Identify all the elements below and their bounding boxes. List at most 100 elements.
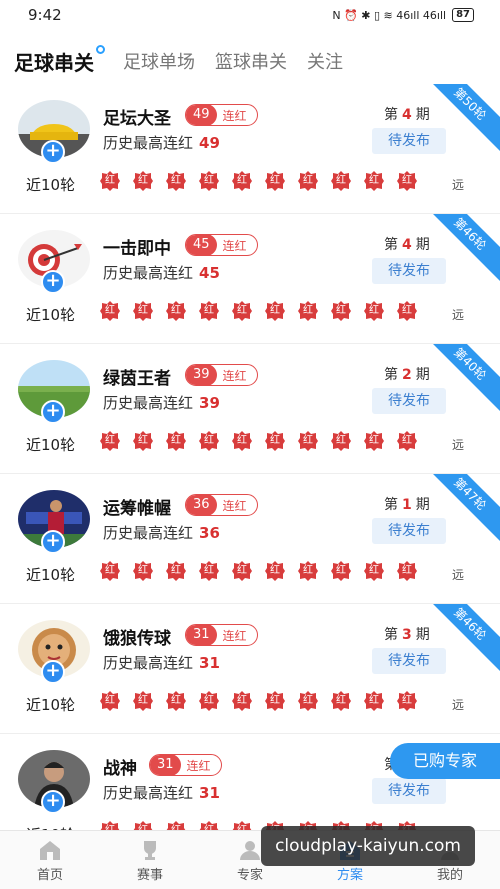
result-text: 红 — [336, 305, 346, 316]
history-label: 历史最高连红 — [103, 134, 194, 152]
recent-rounds-label: 近10轮 — [26, 306, 76, 324]
result-badge-icon: 红 — [132, 560, 154, 582]
result-badge-icon: 红 — [330, 690, 352, 712]
pending-publish-button[interactable]: 待发布 — [372, 128, 446, 154]
result-badge-icon: 红 — [396, 170, 418, 192]
recent-results: 红红红红红红红红红红 — [99, 300, 418, 322]
top-tabs: 足球串关 足球单场 篮球串关 关注 — [0, 38, 500, 84]
nav-matches[interactable]: 赛事 — [100, 831, 200, 889]
status-bar: 9:42 N ⏰ ✱ ▯ ≋ 46ıll 46ıll 87 — [0, 0, 500, 30]
result-text: 红 — [336, 435, 346, 446]
period: 第2期 — [384, 364, 430, 384]
result-badge-icon: 红 — [198, 430, 220, 452]
follow-plus-icon[interactable]: + — [41, 790, 65, 814]
tab-football-single[interactable]: 足球单场 — [123, 48, 195, 74]
history-value: 45 — [199, 264, 220, 282]
result-badge-icon: 红 — [231, 690, 253, 712]
result-badge-icon: 红 — [396, 430, 418, 452]
expert-name[interactable]: 饿狼传球 — [103, 624, 171, 649]
history-value: 49 — [199, 134, 220, 152]
follow-plus-icon[interactable]: + — [41, 270, 65, 294]
streak-label: 连红 — [222, 628, 247, 643]
result-text: 红 — [105, 695, 115, 706]
history-label: 历史最高连红 — [103, 784, 194, 802]
tab-football-parlay[interactable]: 足球串关 — [14, 47, 94, 76]
tab-basketball-parlay[interactable]: 篮球串关 — [215, 48, 287, 74]
expert-name[interactable]: 绿茵王者 — [103, 364, 171, 389]
follow-plus-icon[interactable]: + — [41, 400, 65, 424]
history-value: 31 — [199, 654, 220, 672]
result-text: 红 — [237, 305, 247, 316]
follow-plus-icon[interactable]: + — [41, 530, 65, 554]
result-badge-icon: 红 — [165, 690, 187, 712]
nav-matches-label: 赛事 — [136, 868, 163, 883]
period-prefix: 第 — [384, 627, 398, 643]
expert-name[interactable]: 足坛大圣 — [103, 104, 171, 129]
recent-results: 红红红红红红红红红红 — [99, 430, 418, 452]
older-label[interactable]: 远 — [452, 696, 464, 713]
streak-label: 连红 — [222, 498, 247, 513]
result-badge-icon: 红 — [330, 300, 352, 322]
expert-name[interactable]: 战神 — [103, 754, 137, 779]
system-icons: N ⏰ ✱ ▯ ≋ 46ıll 46ıll — [332, 8, 447, 22]
recent-rounds-label: 近10轮 — [26, 176, 76, 194]
result-badge-icon: 红 — [198, 560, 220, 582]
older-label[interactable]: 远 — [452, 566, 464, 583]
pending-publish-button[interactable]: 待发布 — [372, 388, 446, 414]
result-badge-icon: 红 — [330, 560, 352, 582]
bought-experts-button[interactable]: 已购专家 — [390, 743, 500, 779]
history-value: 31 — [199, 784, 220, 802]
period: 第1期 — [384, 494, 430, 514]
period-suffix: 期 — [415, 627, 430, 643]
expert-name[interactable]: 运筹帷幄 — [103, 494, 171, 519]
result-text: 红 — [204, 435, 214, 446]
follow-plus-icon[interactable]: + — [41, 660, 65, 684]
streak-count: 36 — [186, 495, 217, 515]
recent-rounds-label: 近10轮 — [26, 566, 76, 584]
older-label[interactable]: 远 — [452, 306, 464, 323]
streak-count: 49 — [186, 105, 217, 125]
result-badge-icon: 红 — [297, 690, 319, 712]
pending-publish-button[interactable]: 待发布 — [372, 518, 446, 544]
result-badge-icon: 红 — [99, 560, 121, 582]
older-label[interactable]: 远 — [452, 176, 464, 193]
history-best: 历史最高连红 36 — [103, 522, 220, 543]
result-text: 红 — [171, 305, 181, 316]
older-label[interactable]: 远 — [452, 436, 464, 453]
streak-count: 31 — [150, 755, 181, 775]
result-text: 红 — [336, 695, 346, 706]
history-label: 历史最高连红 — [103, 524, 194, 542]
tab-follow[interactable]: 关注 — [307, 48, 343, 74]
result-text: 红 — [402, 305, 412, 316]
streak-label: 连红 — [222, 108, 247, 123]
result-text: 红 — [138, 305, 148, 316]
expert-name[interactable]: 一击即中 — [103, 234, 171, 259]
expert-card[interactable]: + 一击即中 45 连红 历史最高连红 45 第 4 期待发布 第46轮 近10轮红红红红红红红红红… — [0, 214, 500, 344]
pending-publish-button[interactable]: 待发布 — [372, 778, 446, 804]
result-badge-icon: 红 — [297, 170, 319, 192]
streak-count: 45 — [186, 235, 217, 255]
expert-card[interactable]: + 饿狼传球 31 连红 历史最高连红 31 第 3 期待发布 第46轮 近10轮红红红红红红红红红… — [0, 604, 500, 734]
follow-plus-icon[interactable]: + — [41, 140, 65, 164]
result-text: 红 — [303, 435, 313, 446]
expert-card[interactable]: + 足坛大圣 49 连红 历史最高连红 49 第 4 期待发布 第50轮 近10轮红红红红红红红红红… — [0, 84, 500, 214]
result-text: 红 — [369, 565, 379, 576]
period-number: 4 — [402, 237, 412, 253]
trophy-icon — [144, 841, 156, 860]
period-prefix: 第 — [384, 367, 398, 383]
result-badge-icon: 红 — [99, 430, 121, 452]
streak-badge: 45 连红 — [185, 234, 258, 256]
result-badge-icon: 红 — [264, 300, 286, 322]
history-best: 历史最高连红 49 — [103, 132, 220, 153]
result-text: 红 — [270, 305, 280, 316]
result-badge-icon: 红 — [165, 430, 187, 452]
result-text: 红 — [105, 305, 115, 316]
expert-card[interactable]: + 运筹帷幄 36 连红 历史最高连红 36 第 1 期待发布 第47轮 近10轮红红红红红红红红红… — [0, 474, 500, 604]
nav-home[interactable]: 首页 — [0, 831, 100, 889]
pending-publish-button[interactable]: 待发布 — [372, 648, 446, 674]
expert-card[interactable]: + 绿茵王者 39 连红 历史最高连红 39 第 2 期待发布 第40轮 近10轮红红红红红红红红红… — [0, 344, 500, 474]
nav-mine-label: 我的 — [436, 868, 463, 883]
result-badge-icon: 红 — [132, 690, 154, 712]
pending-publish-button[interactable]: 待发布 — [372, 258, 446, 284]
result-badge-icon: 红 — [231, 560, 253, 582]
